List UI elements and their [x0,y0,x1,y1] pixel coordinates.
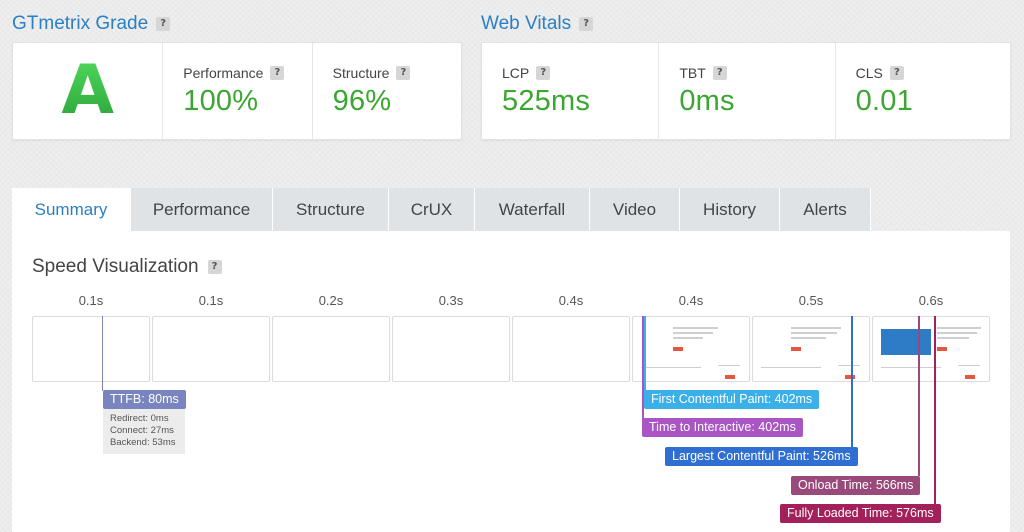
performance-cell: Performance ? 100% [162,43,311,139]
filmstrip-frame[interactable] [152,316,270,382]
tab-waterfall[interactable]: Waterfall [475,188,590,231]
filmstrip-frame[interactable] [32,316,150,382]
ttfb-tag[interactable]: TTFB: 80ms [103,390,186,409]
tab-performance[interactable]: Performance [131,188,273,231]
structure-label: Structure [332,65,390,81]
frame-time-label: 0.5s [798,293,824,308]
tbt-cell: TBT ? 0ms [658,43,834,139]
speed-visualization-title: Speed Visualization ? [32,256,222,278]
performance-value: 100% [183,85,259,117]
gtmetrix-grade-title: GTmetrix Grade ? [12,13,171,35]
onload-tag[interactable]: Onload Time: 566ms [791,476,921,495]
ttfb-breakdown: Redirect: 0ms Connect: 27ms Backend: 53m… [103,409,185,454]
tbt-help-icon[interactable]: ? [712,66,727,80]
filmstrip-frame[interactable] [632,316,750,382]
report-tabs: Summary Performance Structure CrUX Water… [12,188,871,231]
frame-time-label: 0.2s [318,293,344,308]
cls-label: CLS [855,65,883,81]
ttfb-redirect: Redirect: 0ms [110,413,169,424]
lcp-marker-line [851,316,853,448]
lcp-tag[interactable]: Largest Contentful Paint: 526ms [665,447,858,466]
web-vitals-card: LCP ? 525ms TBT ? 0ms CLS ? 0.01 [481,42,1011,140]
lcp-value: 525ms [502,85,591,117]
filmstrip-frame[interactable] [872,316,990,382]
grade-cell: A [13,43,162,139]
frame-time-label: 0.4s [678,293,704,308]
tab-alerts[interactable]: Alerts [780,188,871,231]
speed-visualization-help-icon[interactable]: ? [207,260,222,274]
tab-summary[interactable]: Summary [12,188,131,231]
web-vitals-title: Web Vitals ? [481,13,594,35]
tab-video[interactable]: Video [590,188,680,231]
tti-tag[interactable]: Time to Interactive: 402ms [642,418,803,437]
filmstrip-frame[interactable] [512,316,630,382]
fully-loaded-marker-line [934,316,936,504]
tbt-label: TBT [679,65,706,81]
frame-time-label: 0.3s [438,293,464,308]
grade-help-icon[interactable]: ? [156,17,171,31]
cls-cell: CLS ? 0.01 [834,43,1010,139]
ttfb-marker-line [102,316,103,391]
frame-time-label: 0.4s [558,293,584,308]
grade-card: A Performance ? 100% Structure ? 96% [12,42,462,140]
grade-letter: A [61,51,114,130]
lcp-cell: LCP ? 525ms [482,43,658,139]
performance-help-icon[interactable]: ? [270,66,285,80]
summary-panel: Speed Visualization ? 0.1s 0.1s 0.2s 0.3… [12,231,1010,532]
tab-history[interactable]: History [680,188,780,231]
frame-time-label: 0.1s [198,293,224,308]
cls-value: 0.01 [855,85,913,117]
onload-marker-line [918,316,920,476]
ttfb-connect: Connect: 27ms [110,425,174,436]
tab-crux[interactable]: CrUX [389,188,475,231]
fully-loaded-tag[interactable]: Fully Loaded Time: 576ms [780,504,941,523]
fcp-marker-line [644,316,646,391]
structure-cell: Structure ? 96% [311,43,461,139]
lcp-help-icon[interactable]: ? [536,66,551,80]
web-vitals-help-icon[interactable]: ? [579,17,594,31]
structure-help-icon[interactable]: ? [396,66,411,80]
filmstrip-frame[interactable] [392,316,510,382]
fcp-tag[interactable]: First Contentful Paint: 402ms [644,390,820,409]
tab-structure[interactable]: Structure [273,188,389,231]
structure-value: 96% [332,85,392,117]
performance-label: Performance [183,65,264,81]
cls-help-icon[interactable]: ? [889,66,904,80]
filmstrip-frame[interactable] [272,316,390,382]
lcp-label: LCP [502,65,530,81]
tbt-value: 0ms [679,85,735,117]
frame-time-label: 0.1s [78,293,104,308]
tti-marker-line [642,316,644,419]
frame-time-label: 0.6s [918,293,944,308]
ttfb-backend: Backend: 53ms [110,437,176,448]
